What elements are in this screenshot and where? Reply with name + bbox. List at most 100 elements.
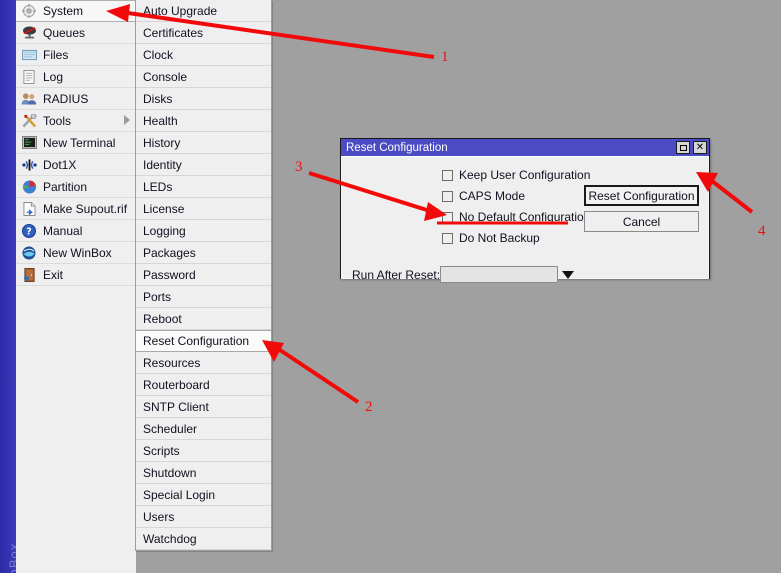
log-icon <box>20 69 38 85</box>
submenu-item-reset-configuration[interactable]: Reset Configuration <box>136 330 271 352</box>
submenu-item-console[interactable]: Console <box>136 66 271 88</box>
submenu-item-label: Reset Configuration <box>143 334 249 348</box>
menu-item-label: Make Supout.rif <box>43 202 135 216</box>
reset-configuration-button[interactable]: Reset Configuration <box>584 185 699 206</box>
submenu-item-label: Console <box>143 70 187 84</box>
dialog-title: Reset Configuration <box>346 142 673 154</box>
help-icon: ? <box>20 223 38 239</box>
checkbox-label: Keep User Configuration <box>459 168 590 182</box>
submenu-item-label: Ports <box>143 290 171 304</box>
menu-item-make-supout-rif[interactable]: Make Supout.rif <box>16 198 135 220</box>
submenu-item-users[interactable]: Users <box>136 506 271 528</box>
svg-text:?: ? <box>26 226 31 237</box>
submenu-item-label: Scheduler <box>143 422 197 436</box>
submenu-item-reboot[interactable]: Reboot <box>136 308 271 330</box>
menu-item-files[interactable]: Files <box>16 44 135 66</box>
submenu-item-special-login[interactable]: Special Login <box>136 484 271 506</box>
submenu-item-auto-upgrade[interactable]: Auto Upgrade <box>136 0 271 22</box>
submenu-item-shutdown[interactable]: Shutdown <box>136 462 271 484</box>
menu-item-label: Tools <box>43 114 135 128</box>
terminal-icon <box>20 135 38 151</box>
submenu-item-certificates[interactable]: Certificates <box>136 22 271 44</box>
submenu-item-license[interactable]: License <box>136 198 271 220</box>
checkbox-icon[interactable] <box>442 191 453 202</box>
submenu-item-label: Reboot <box>143 312 182 326</box>
checkbox-keep-user-configuration[interactable]: Keep User Configuration <box>442 168 590 182</box>
maximize-button[interactable] <box>676 141 690 154</box>
reset-configuration-dialog: Reset Configuration ✕ Keep User Configur… <box>340 138 710 279</box>
submenu-item-scripts[interactable]: Scripts <box>136 440 271 462</box>
menu-item-new-winbox[interactable]: New WinBox <box>16 242 135 264</box>
menu-item-partition[interactable]: Partition <box>16 176 135 198</box>
submenu-item-label: Shutdown <box>143 466 196 480</box>
menu-item-label: Exit <box>43 268 135 282</box>
submenu-item-identity[interactable]: Identity <box>136 154 271 176</box>
menu-item-new-terminal[interactable]: New Terminal <box>16 132 135 154</box>
winbox-strip-label: WinBox <box>7 534 17 573</box>
document-icon <box>20 201 38 217</box>
chevron-right-icon <box>124 115 130 125</box>
folder-icon <box>20 47 38 63</box>
close-icon: ✕ <box>696 143 704 153</box>
dialog-titlebar[interactable]: Reset Configuration ✕ <box>341 139 709 156</box>
chevron-right-icon <box>124 6 130 16</box>
queues-icon <box>20 25 38 41</box>
submenu-item-password[interactable]: Password <box>136 264 271 286</box>
menu-item-queues[interactable]: Queues <box>16 22 135 44</box>
menu-item-label: Log <box>43 70 135 84</box>
checkbox-icon[interactable] <box>442 170 453 181</box>
menu-item-radius[interactable]: RADIUS <box>16 88 135 110</box>
submenu-item-label: Resources <box>143 356 200 370</box>
submenu-item-sntp-client[interactable]: SNTP Client <box>136 396 271 418</box>
cancel-button[interactable]: Cancel <box>584 211 699 232</box>
gear-icon <box>20 3 38 19</box>
winbox-globe-icon <box>20 245 38 261</box>
menu-item-tools[interactable]: Tools <box>16 110 135 132</box>
submenu-item-scheduler[interactable]: Scheduler <box>136 418 271 440</box>
submenu-item-ports[interactable]: Ports <box>136 286 271 308</box>
menu-item-manual[interactable]: ? Manual <box>16 220 135 242</box>
tools-icon <box>20 113 38 129</box>
menu-item-dot1x[interactable]: Dot1X <box>16 154 135 176</box>
menu-item-label: Manual <box>43 224 135 238</box>
submenu-item-disks[interactable]: Disks <box>136 88 271 110</box>
checkbox-no-default-configuration[interactable]: No Default Configuration <box>442 210 590 224</box>
menu-item-log[interactable]: Log <box>16 66 135 88</box>
dot1x-icon <box>20 157 38 173</box>
menu-item-label: Dot1X <box>43 158 135 172</box>
submenu-item-clock[interactable]: Clock <box>136 44 271 66</box>
submenu-item-health[interactable]: Health <box>136 110 271 132</box>
submenu-item-resources[interactable]: Resources <box>136 352 271 374</box>
submenu-item-history[interactable]: History <box>136 132 271 154</box>
menu-item-exit[interactable]: Exit <box>16 264 135 286</box>
menu-item-label: RADIUS <box>43 92 135 106</box>
chevron-down-icon[interactable] <box>562 271 574 279</box>
checkbox-do-not-backup[interactable]: Do Not Backup <box>442 231 540 245</box>
submenu-item-leds[interactable]: LEDs <box>136 176 271 198</box>
checkbox-icon[interactable] <box>442 212 453 223</box>
close-button[interactable]: ✕ <box>693 141 707 154</box>
exit-door-icon <box>20 267 38 283</box>
dialog-body: Keep User Configuration CAPS Mode No Def… <box>341 156 709 279</box>
submenu-item-label: Disks <box>143 92 172 106</box>
checkbox-caps-mode[interactable]: CAPS Mode <box>442 189 525 203</box>
submenu-item-packages[interactable]: Packages <box>136 242 271 264</box>
checkbox-icon[interactable] <box>442 233 453 244</box>
cancel-button-label: Cancel <box>623 215 660 229</box>
menu-item-label: Queues <box>43 26 135 40</box>
submenu-item-label: Scripts <box>143 444 180 458</box>
menu-item-label: New Terminal <box>43 136 135 150</box>
submenu-item-routerboard[interactable]: Routerboard <box>136 374 271 396</box>
run-after-reset-input[interactable] <box>440 266 558 283</box>
menu-item-label: Partition <box>43 180 135 194</box>
submenu-item-logging[interactable]: Logging <box>136 220 271 242</box>
reset-configuration-button-label: Reset Configuration <box>588 189 694 203</box>
submenu-item-label: History <box>143 136 180 150</box>
system-submenu: Auto UpgradeCertificates Clock Console Disk… <box>135 0 272 551</box>
submenu-item-label: Clock <box>143 48 173 62</box>
submenu-item-watchdog[interactable]: Watchdog <box>136 528 271 550</box>
submenu-item-label: SNTP Client <box>143 400 209 414</box>
run-after-reset-label: Run After Reset: <box>352 268 440 282</box>
menu-item-system[interactable]: System <box>16 0 135 22</box>
submenu-item-label: Special Login <box>143 488 215 502</box>
